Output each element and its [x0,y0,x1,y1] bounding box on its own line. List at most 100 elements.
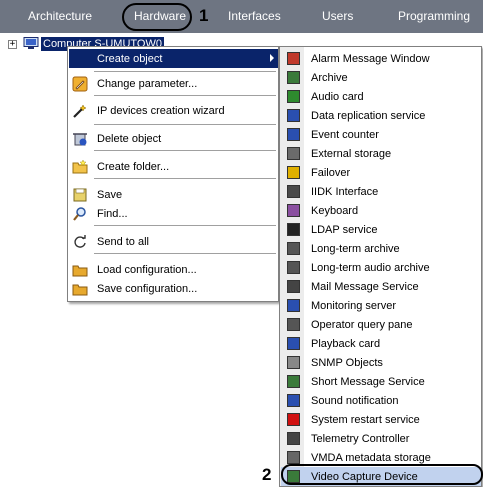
submenu-item-system-restart-service[interactable]: System restart service [281,410,481,429]
submenu-item-playback-card[interactable]: Playback card [281,334,481,353]
snmp-icon [281,353,305,372]
query-pane-icon [281,315,305,334]
submenu-item-label: External storage [311,147,392,160]
counter-icon [281,125,305,144]
folder-load-icon [69,260,91,279]
menu-item-save-configuration[interactable]: Save configuration... [69,279,278,298]
submenu-item-keyboard[interactable]: Keyboard [281,201,481,220]
submenu-item-label: Data replication service [311,109,426,122]
save-icon [69,185,91,204]
submenu-item-archive[interactable]: Archive [281,68,481,87]
menu-separator [94,178,276,179]
create-object-submenu: Alarm Message Window Archive Audio card Dat… [279,46,482,487]
submenu-item-label: SNMP Objects [311,356,383,369]
menu-item-send-to-all[interactable]: Send to all [69,232,278,251]
storage-icon [281,144,305,163]
menu-item-save[interactable]: Save [69,185,278,204]
menu-item-label: Save configuration... [97,282,198,295]
folder-icon [69,157,91,176]
submenu-item-iidk-interface[interactable]: IIDK Interface [281,182,481,201]
long-archive-icon [281,239,305,258]
menu-item-label: IP devices creation wizard [97,104,225,117]
sms-icon [281,372,305,391]
keyboard-icon [281,201,305,220]
submenu-item-audio-card[interactable]: Audio card [281,87,481,106]
hardware-tab-highlight-ring [122,3,192,31]
menu-separator [94,150,276,151]
menu-item-load-configuration[interactable]: Load configuration... [69,260,278,279]
submenu-item-failover[interactable]: Failover [281,163,481,182]
monitor-server-icon [281,296,305,315]
mail-icon [281,277,305,296]
menu-item-label: Create object [97,52,163,65]
submenu-item-label: Audio card [311,90,364,103]
menu-separator [94,124,276,125]
submenu-item-snmp-objects[interactable]: SNMP Objects [281,353,481,372]
refresh-icon [69,232,91,251]
submenu-item-short-message-service[interactable]: Short Message Service [281,372,481,391]
submenu-item-sound-notification[interactable]: Sound notification [281,391,481,410]
playback-card-icon [281,334,305,353]
menu-item-label: Find... [97,207,128,220]
menu-item-delete-object[interactable]: Delete object [69,129,278,148]
menu-separator [94,225,276,226]
submenu-item-telemetry-controller[interactable]: Telemetry Controller [281,429,481,448]
context-menu: Create object Change parameter... IP dev… [67,46,279,302]
menu-item-label: Send to all [97,235,149,248]
submenu-item-label: Playback card [311,337,381,350]
submenu-item-label: LDAP service [311,223,378,236]
submenu-item-label: Short Message Service [311,375,425,388]
submenu-item-label: IIDK Interface [311,185,379,198]
audio-archive-icon [281,258,305,277]
submenu-item-label: Keyboard [311,204,359,217]
submenu-item-alarm-message-window[interactable]: Alarm Message Window [281,49,481,68]
tree-expander-icon[interactable]: + [8,40,17,49]
wand-icon [69,101,91,120]
magnifier-icon [69,204,91,223]
archive-icon [281,68,305,87]
restart-icon [281,410,305,429]
ldap-icon [281,220,305,239]
step-marker-2: 2 [262,465,272,484]
menu-separator [94,95,276,96]
submenu-item-long-term-audio-archive[interactable]: Long-term audio archive [281,258,481,277]
submenu-item-label: Monitoring server [311,299,396,312]
menu-separator [94,253,276,254]
menu-item-change-parameter[interactable]: Change parameter... [69,74,278,93]
menu-item-create-object[interactable]: Create object [69,49,278,68]
pencil-icon [69,74,91,93]
submenu-item-label: Mail Message Service [311,280,419,293]
alarm-window-icon [281,49,305,68]
menu-item-create-folder[interactable]: Create folder... [69,157,278,176]
submenu-item-label: Failover [311,166,351,179]
submenu-item-label: Archive [311,71,348,84]
folder-save-icon [69,279,91,298]
tab-architecture[interactable]: Architecture [28,9,92,23]
submenu-item-monitoring-server[interactable]: Monitoring server [281,296,481,315]
submenu-arrow-icon [270,54,274,62]
submenu-item-external-storage[interactable]: External storage [281,144,481,163]
submenu-item-operator-query-pane[interactable]: Operator query pane [281,315,481,334]
submenu-item-label: Sound notification [311,394,399,407]
tab-programming[interactable]: Programming [398,9,470,23]
submenu-item-label: VMDA metadata storage [311,451,431,464]
submenu-item-mail-message-service[interactable]: Mail Message Service [281,277,481,296]
menu-item-label: Save [97,188,123,201]
submenu-item-ldap-service[interactable]: LDAP service [281,220,481,239]
menu-item-find[interactable]: Find... [69,204,278,223]
submenu-item-long-term-archive[interactable]: Long-term archive [281,239,481,258]
submenu-item-label: Alarm Message Window [311,52,430,65]
failover-icon [281,163,305,182]
tab-users[interactable]: Users [322,9,353,23]
menu-separator [94,71,276,72]
submenu-item-label: Long-term audio archive [311,261,430,274]
submenu-item-label: Telemetry Controller [311,432,410,445]
submenu-item-label: System restart service [311,413,420,426]
tab-interfaces[interactable]: Interfaces [228,9,281,23]
top-tab-bar: Architecture Hardware Interfaces Users P… [0,0,483,33]
submenu-item-event-counter[interactable]: Event counter [281,125,481,144]
audio-card-icon [281,87,305,106]
menu-item-ip-devices-wizard[interactable]: IP devices creation wizard [69,101,278,120]
menu-item-label: Create folder... [97,160,170,173]
submenu-item-data-replication-service[interactable]: Data replication service [281,106,481,125]
